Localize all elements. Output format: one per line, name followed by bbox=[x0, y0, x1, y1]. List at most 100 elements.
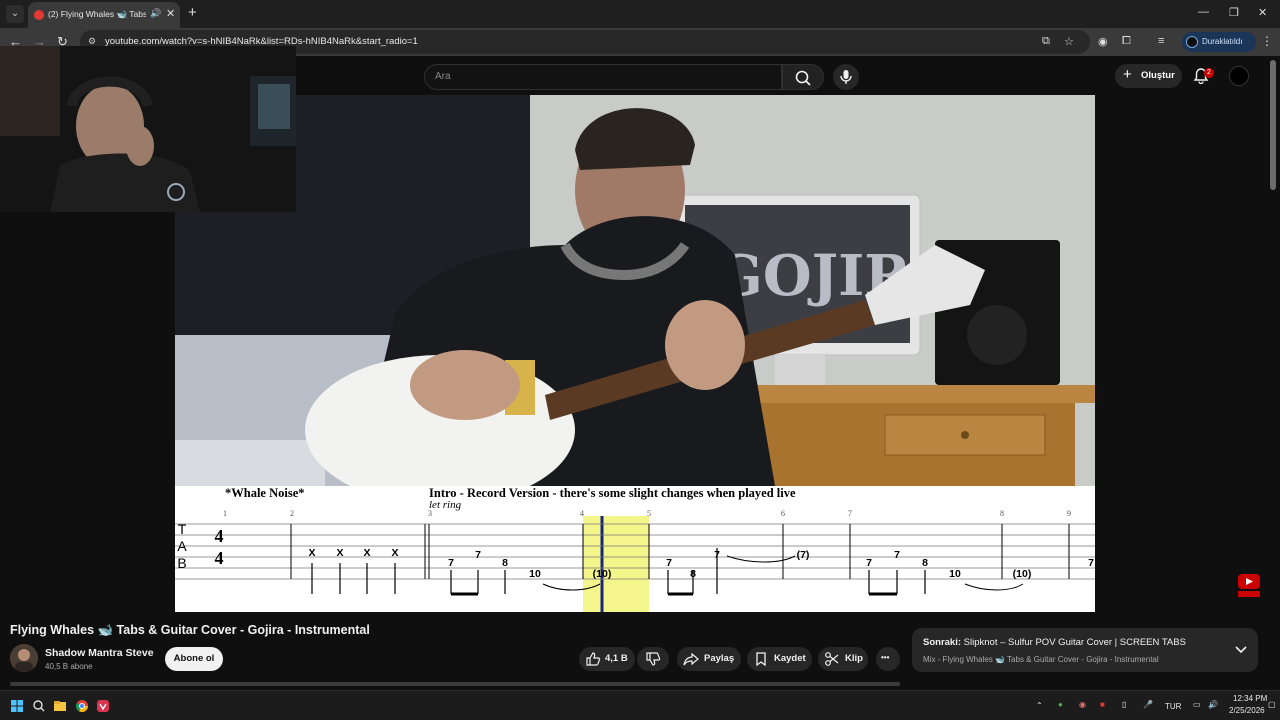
like-button[interactable]: 4,1 B bbox=[579, 647, 635, 671]
share-button[interactable]: Paylaş bbox=[677, 647, 741, 671]
voice-search-button[interactable] bbox=[833, 64, 859, 90]
horizontal-scrollbar[interactable] bbox=[10, 682, 900, 686]
webcam-overlay bbox=[0, 46, 296, 212]
user-avatar[interactable] bbox=[1229, 66, 1249, 86]
tab-note: X bbox=[336, 547, 343, 559]
tab-title: (2) Flying Whales 🐋 Tabs & Guitar Cover … bbox=[48, 9, 146, 19]
up-next-prefix: Sonraki: bbox=[923, 637, 962, 648]
volume-icon[interactable]: 🔊 bbox=[1208, 700, 1218, 709]
bookmark-star-icon[interactable]: ☆ bbox=[1064, 35, 1074, 48]
restore-window-icon[interactable]: ❐ bbox=[1229, 6, 1239, 19]
more-dots-icon: ••• bbox=[881, 653, 890, 662]
browser-menu-icon[interactable]: ⋮ bbox=[1261, 34, 1273, 48]
tab-note: (7) bbox=[797, 549, 810, 561]
audio-playing-icon[interactable]: 🔊 bbox=[150, 8, 161, 19]
tray-microphone-icon[interactable]: 🎤 bbox=[1143, 700, 1153, 709]
close-tab-icon[interactable]: ✕ bbox=[166, 7, 175, 20]
media-controls-icon[interactable]: ≡ bbox=[1158, 35, 1164, 47]
browser-tab-bar: ⌄ (2) Flying Whales 🐋 Tabs & Guitar Cove… bbox=[0, 0, 1280, 28]
video-title: Flying Whales 🐋 Tabs & Guitar Cover - Go… bbox=[10, 623, 370, 637]
tab-note: 10 bbox=[529, 568, 541, 580]
channel-name[interactable]: Shadow Mantra Steve bbox=[45, 647, 154, 659]
tab-note: X bbox=[308, 547, 315, 559]
save-button[interactable]: Kaydet bbox=[747, 647, 812, 671]
bookmark-icon bbox=[756, 652, 766, 667]
tray-usb-icon[interactable]: ▯ bbox=[1122, 700, 1126, 709]
create-button[interactable]: + Oluştur bbox=[1115, 64, 1182, 88]
share-label: Paylaş bbox=[704, 653, 735, 664]
tab-note: 7 bbox=[866, 557, 872, 569]
dislike-button[interactable] bbox=[637, 647, 669, 671]
measure-number: 2 bbox=[290, 509, 294, 518]
tray-recording-icon[interactable]: ■ bbox=[1100, 700, 1105, 709]
screenshot-icon[interactable]: ◉ bbox=[1098, 35, 1108, 48]
video-player[interactable]: GOJIRA *Whale Noise* Intro - Record Vers… bbox=[175, 95, 1095, 612]
tab-note: X bbox=[363, 547, 370, 559]
extensions-icon[interactable]: ⧠ bbox=[1122, 35, 1131, 48]
search-icon bbox=[795, 70, 811, 86]
profile-chip[interactable]: Duraklatıldı bbox=[1182, 32, 1256, 52]
clock-date[interactable]: 2/25/2026 bbox=[1229, 706, 1265, 715]
time-signature-top: 4 bbox=[215, 526, 224, 546]
video-frame: GOJIRA bbox=[175, 95, 1095, 486]
channel-avatar[interactable] bbox=[10, 644, 38, 672]
windows-taskbar: ⌃ ● ◉ ■ ▯ 🎤 TUR ▭ 🔊 12:34 PM 2/25/2026 ▢ bbox=[0, 690, 1280, 720]
close-window-icon[interactable]: ✕ bbox=[1258, 6, 1267, 19]
new-tab-button[interactable]: + bbox=[188, 4, 197, 22]
thumbs-up-icon bbox=[586, 652, 601, 666]
more-actions-button[interactable]: ••• bbox=[876, 647, 900, 671]
save-label: Kaydet bbox=[774, 653, 806, 664]
search-button[interactable] bbox=[782, 64, 824, 90]
scissors-icon bbox=[825, 652, 839, 666]
subscriber-count: 40,5 B abone bbox=[45, 662, 93, 671]
tab-note: 7 bbox=[475, 549, 481, 561]
browser-tab[interactable]: (2) Flying Whales 🐋 Tabs & Guitar Cover … bbox=[28, 2, 180, 28]
install-app-icon[interactable]: ⧉ bbox=[1042, 35, 1050, 48]
network-icon[interactable]: ▭ bbox=[1193, 700, 1201, 709]
tab-note: (10) bbox=[1013, 568, 1032, 580]
clock-time[interactable]: 12:34 PM bbox=[1233, 694, 1267, 703]
thumbs-down-icon bbox=[646, 652, 661, 666]
notification-badge: 2 bbox=[1204, 68, 1214, 78]
chrome-icon[interactable] bbox=[73, 697, 91, 715]
measure-number: 3 bbox=[428, 509, 432, 518]
measure-number: 6 bbox=[781, 509, 785, 518]
search-placeholder: Ara bbox=[435, 71, 451, 82]
up-next-video-title: Slipknot – Sulfur POV Guitar Cover | SCR… bbox=[963, 637, 1186, 648]
subscribe-watermark-icon[interactable] bbox=[1236, 572, 1262, 600]
page-scrollbar[interactable] bbox=[1270, 60, 1276, 190]
whale-noise-label: *Whale Noise* bbox=[225, 486, 305, 500]
measure-number: 8 bbox=[1000, 509, 1004, 518]
file-explorer-icon[interactable] bbox=[51, 697, 69, 715]
webcam-image bbox=[0, 46, 296, 212]
measure-number: 4 bbox=[580, 509, 584, 518]
tab-note: 7 bbox=[448, 557, 454, 569]
minimize-window-icon[interactable]: — bbox=[1198, 6, 1209, 18]
search-input[interactable]: Ara bbox=[424, 64, 782, 90]
tab-clef-letter: T bbox=[178, 521, 187, 537]
up-next-playlist: Mix - Flying Whales 🐋 Tabs & Guitar Cove… bbox=[923, 655, 1159, 664]
tray-app-red-icon[interactable]: ◉ bbox=[1079, 700, 1086, 709]
tab-note: 8 bbox=[502, 557, 508, 569]
show-hidden-icons-icon[interactable]: ⌃ bbox=[1036, 701, 1043, 710]
up-next-title: Sonraki: Slipknot – Sulfur POV Guitar Co… bbox=[923, 637, 1186, 648]
profile-avatar-icon bbox=[1186, 36, 1198, 48]
clip-button[interactable]: Klip bbox=[818, 647, 868, 671]
tray-app-green-icon[interactable]: ● bbox=[1058, 700, 1063, 709]
windows-start-icon[interactable] bbox=[8, 697, 26, 715]
measure-number: 5 bbox=[647, 509, 651, 518]
tab-search-button[interactable]: ⌄ bbox=[6, 5, 24, 23]
clip-label: Klip bbox=[845, 653, 863, 664]
create-label: Oluştur bbox=[1141, 70, 1175, 81]
up-next-card[interactable]: Sonraki: Slipknot – Sulfur POV Guitar Co… bbox=[912, 628, 1258, 672]
tab-note: 10 bbox=[949, 568, 961, 580]
chevron-down-icon[interactable] bbox=[1234, 642, 1248, 656]
notifications-center-icon[interactable]: ▢ bbox=[1268, 700, 1276, 709]
vivaldi-app-icon[interactable] bbox=[94, 697, 112, 715]
language-indicator[interactable]: TUR bbox=[1165, 702, 1181, 711]
search-taskbar-icon[interactable] bbox=[30, 697, 48, 715]
tab-clef-letter: B bbox=[177, 555, 186, 571]
subscribe-button[interactable]: Abone ol bbox=[165, 647, 223, 671]
tab-note: X bbox=[391, 547, 398, 559]
tab-note: 7 bbox=[666, 557, 672, 569]
